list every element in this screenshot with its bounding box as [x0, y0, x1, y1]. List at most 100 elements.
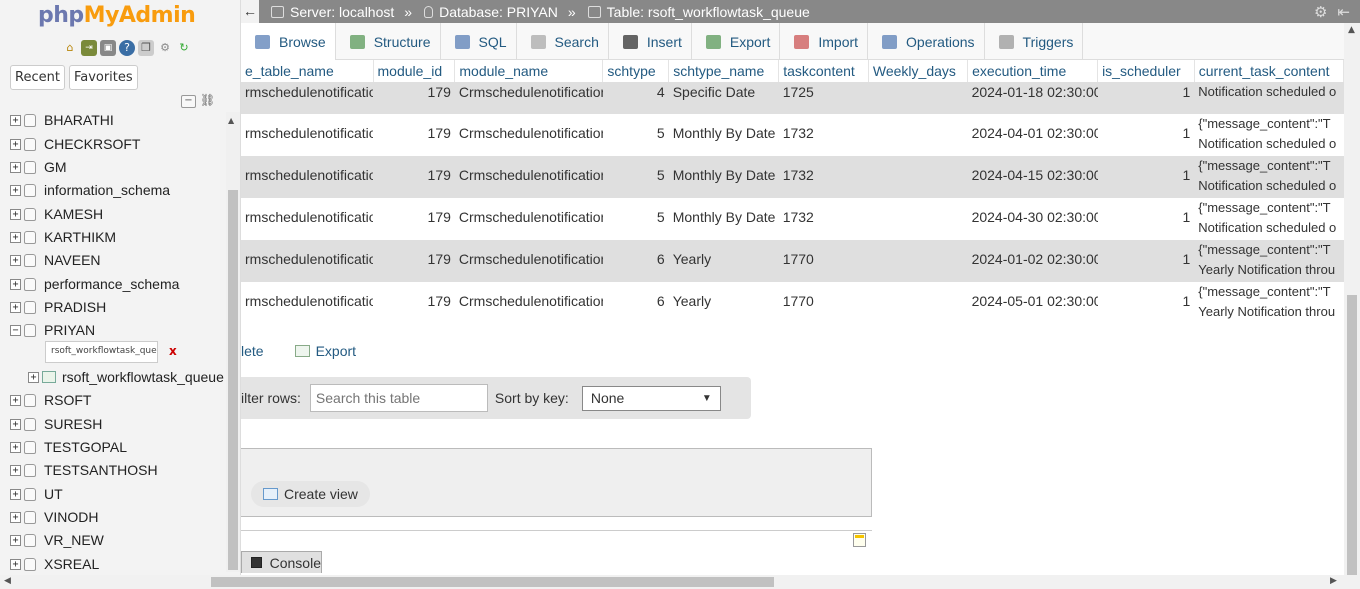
cell-table-name[interactable]: rmschedulenotification [241, 114, 373, 156]
tab-search[interactable]: Search [517, 23, 609, 60]
tab-import[interactable]: Import [780, 23, 869, 60]
docs-icon[interactable]: ? [119, 40, 135, 56]
cell-current-task-content[interactable]: {"message_content":"TNotification schedu… [1194, 156, 1344, 198]
cell-weekly-days[interactable] [868, 114, 968, 156]
breadcrumb-table[interactable]: Table: rsoft_workflowtask_queue [587, 4, 810, 20]
cell-execution-time[interactable]: 2024-04-30 02:30:00 [967, 198, 1098, 240]
tree-database-node[interactable]: − PRIYAN [10, 320, 95, 340]
scroll-left-icon[interactable]: ◀ [4, 576, 11, 586]
settings-gear-icon[interactable]: ⚙ [1314, 3, 1327, 21]
cell-execution-time[interactable]: 2024-01-02 02:30:00 [967, 240, 1098, 282]
expand-icon[interactable]: + [10, 278, 21, 290]
tree-database-node[interactable]: + NAVEEN [10, 250, 101, 270]
cell-schtype-name[interactable]: Yearly [668, 240, 779, 282]
cell-table-name[interactable]: rmschedulenotification [241, 282, 373, 323]
cell-module-name[interactable]: Crmschedulenotification [454, 240, 603, 282]
cell-execution-time[interactable]: 2024-04-01 02:30:00 [967, 114, 1098, 156]
cell-schtype[interactable]: 6 [602, 240, 669, 282]
expand-icon[interactable]: + [10, 138, 21, 150]
cell-module-id[interactable]: 179 [373, 82, 455, 114]
cell-schtype[interactable]: 6 [602, 282, 669, 323]
export-link[interactable]: Export [294, 343, 356, 359]
expand-icon[interactable]: + [28, 371, 39, 383]
column-header[interactable]: taskcontent [778, 60, 869, 82]
tab-operations[interactable]: Operations [868, 23, 985, 60]
scroll-up-icon[interactable]: ▲ [1348, 25, 1355, 35]
column-header[interactable]: module_name [454, 60, 604, 82]
expand-icon[interactable]: + [10, 254, 21, 266]
sort-by-key-select[interactable]: None ▼ [581, 385, 721, 411]
phpmyadmin-logo[interactable]: phpMyAdmin [38, 3, 196, 28]
collapse-icon[interactable]: − [10, 324, 21, 336]
cell-schtype[interactable]: 5 [602, 114, 669, 156]
tree-database-node[interactable]: + TESTGOPAL [10, 437, 127, 457]
collapse-all-icon[interactable]: − [181, 95, 196, 108]
cell-is-scheduler[interactable]: 1 [1097, 240, 1195, 282]
back-arrow-icon[interactable]: ← [241, 0, 259, 23]
cell-current-task-content[interactable]: {"message_content":"TNotification schedu… [1194, 114, 1344, 156]
cell-taskcontent[interactable]: 1732 [778, 114, 869, 156]
cell-taskcontent[interactable]: 1725 [778, 82, 869, 114]
cell-weekly-days[interactable] [868, 282, 968, 323]
expand-icon[interactable]: + [10, 464, 21, 476]
cell-schtype[interactable]: 4 [602, 82, 669, 114]
cell-weekly-days[interactable] [868, 198, 968, 240]
cell-current-task-content[interactable]: {"message_content":"T Yearly Notification… [1194, 282, 1344, 323]
delete-link[interactable]: lete [241, 343, 264, 359]
home-icon[interactable]: ⌂ [62, 40, 78, 56]
cell-schtype[interactable]: 5 [602, 156, 669, 198]
clear-filter-icon[interactable]: x [169, 344, 177, 358]
vertical-scrollbar-thumb[interactable] [1347, 295, 1357, 575]
query-window-icon[interactable]: ▣ [100, 40, 116, 56]
tab-sql[interactable]: SQL [441, 23, 517, 60]
cell-module-id[interactable]: 179 [373, 282, 455, 323]
tree-database-node[interactable]: + RSOFT [10, 390, 91, 410]
cell-execution-time[interactable]: 2024-04-15 02:30:00 [967, 156, 1098, 198]
cell-taskcontent[interactable]: 1770 [778, 282, 869, 323]
cell-current-task-content[interactable]: {"message_content":"TNotification schedu… [1194, 82, 1344, 114]
expand-icon[interactable]: + [10, 418, 21, 430]
table-filter-input[interactable]: rsoft_workflowtask_queue [45, 341, 158, 363]
nav-scrollbar[interactable]: ▲ [226, 112, 240, 572]
horizontal-scrollbar-thumb[interactable] [211, 577, 774, 587]
cell-table-name[interactable]: rmschedulenotification [241, 240, 373, 282]
cell-module-id[interactable]: 179 [373, 198, 455, 240]
link-with-main-icon[interactable]: ⛓ [200, 94, 215, 108]
table-row[interactable]: rmschedulenotification 179 Crmschedulenoti… [241, 240, 1344, 282]
column-header[interactable]: execution_time [967, 60, 1099, 82]
tree-database-node[interactable]: + VINODH [10, 507, 98, 527]
expand-icon[interactable]: + [10, 534, 21, 546]
cell-schtype-name[interactable]: Specific Date [668, 82, 779, 114]
tree-database-node[interactable]: + BHARATHI [10, 110, 114, 130]
logout-icon[interactable]: ⇥ [81, 40, 97, 56]
reload-icon[interactable]: ↻ [176, 40, 192, 56]
cell-module-id[interactable]: 179 [373, 156, 455, 198]
cell-table-name[interactable]: rmschedulenotification [241, 198, 373, 240]
tree-database-node[interactable]: + PRADISH [10, 297, 106, 317]
cell-table-name[interactable]: rmschedulenotification [241, 156, 373, 198]
cell-execution-time[interactable]: 2024-05-01 02:30:00 [967, 282, 1098, 323]
tree-database-node[interactable]: + KARTHIKM [10, 227, 116, 247]
favorites-button[interactable]: Favorites [68, 65, 138, 90]
cell-table-name[interactable]: rmschedulenotification [241, 82, 373, 114]
cell-current-task-content[interactable]: {"message_content":"T Yearly Notification… [1194, 240, 1344, 282]
expand-icon[interactable]: + [10, 558, 21, 570]
column-header[interactable]: module_id [373, 60, 456, 82]
tree-database-node[interactable]: + UT [10, 484, 63, 504]
expand-icon[interactable]: + [10, 441, 21, 453]
cell-schtype-name[interactable]: Monthly By Date [668, 198, 779, 240]
expand-icon[interactable]: + [10, 394, 21, 406]
horizontal-scrollbar[interactable]: ◀ ▶ [0, 575, 1360, 589]
cell-execution-time[interactable]: 2024-01-18 02:30:00 [967, 82, 1098, 114]
cell-schtype-name[interactable]: Monthly By Date [668, 114, 779, 156]
tree-database-node[interactable]: + KAMESH [10, 204, 103, 224]
column-header[interactable]: e_table_name [241, 60, 374, 82]
expand-icon[interactable]: + [10, 114, 21, 126]
tree-database-node[interactable]: + performance_schema [10, 274, 179, 294]
cell-is-scheduler[interactable]: 1 [1097, 114, 1195, 156]
tree-table-node[interactable]: + rsoft_workflowtask_queue [28, 367, 224, 387]
tree-database-node[interactable]: + XSREAL [10, 554, 99, 574]
collapse-panel-icon[interactable]: ⇤ [1337, 3, 1350, 21]
cell-weekly-days[interactable] [868, 240, 968, 282]
cell-weekly-days[interactable] [868, 82, 968, 114]
